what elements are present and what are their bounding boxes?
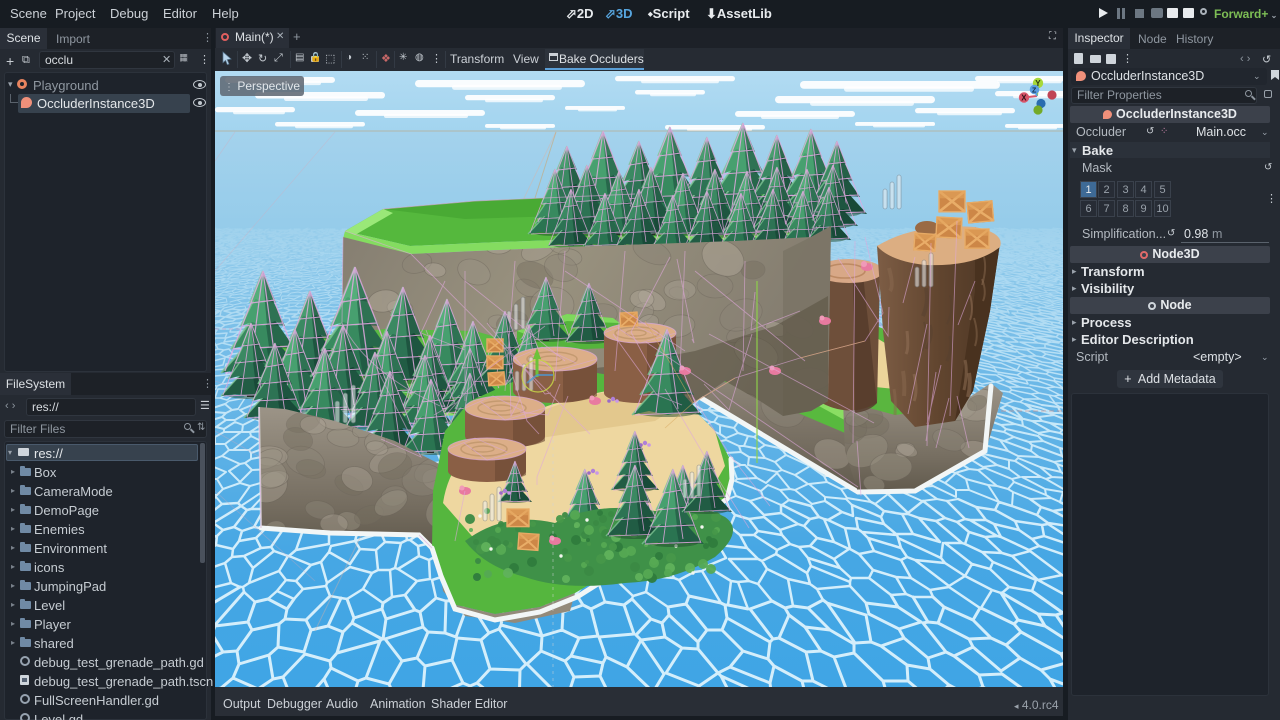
svg-text:Z: Z: [1032, 88, 1037, 95]
svg-text:X: X: [1021, 94, 1027, 103]
